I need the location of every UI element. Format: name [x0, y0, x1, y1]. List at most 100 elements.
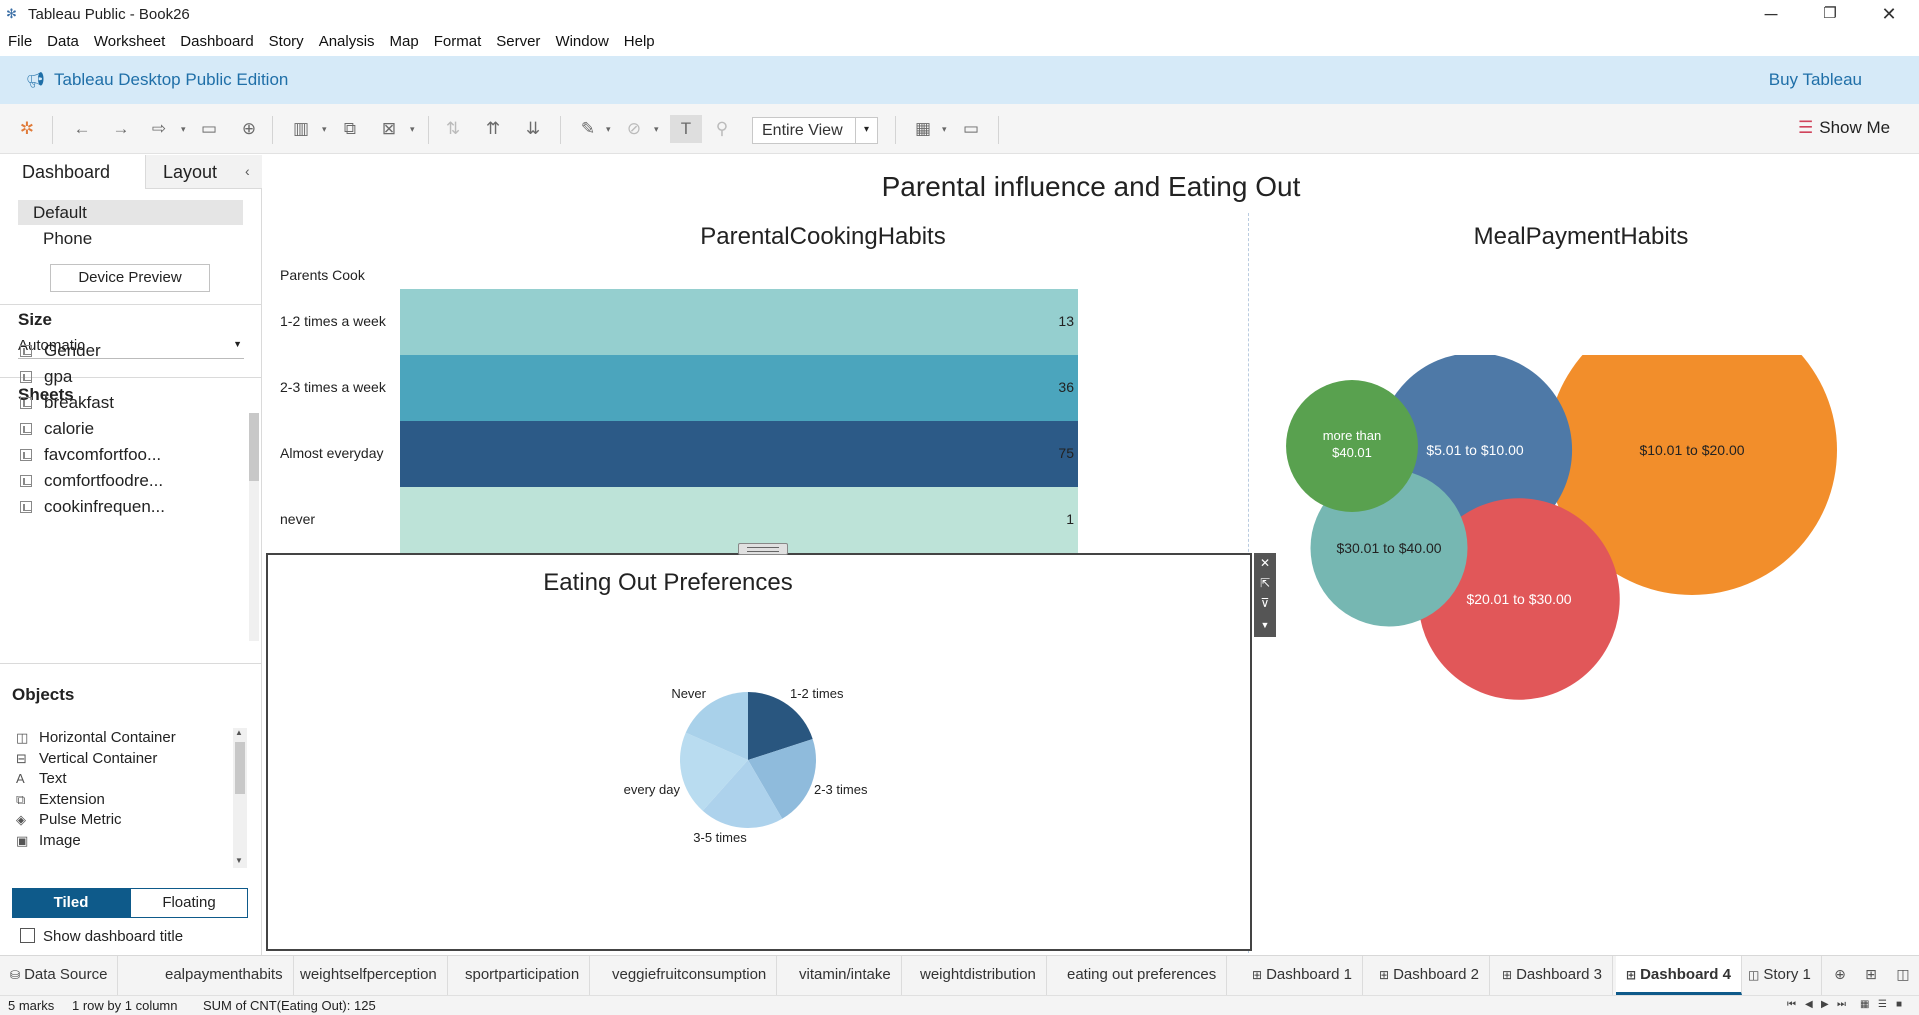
object-item[interactable]: A Text	[16, 770, 67, 787]
tiled-toggle[interactable]: Tiled	[12, 888, 130, 918]
menu-story[interactable]: Story	[269, 30, 304, 54]
menu-window[interactable]: Window	[555, 30, 608, 54]
new-story-tab-icon[interactable]: ◫	[1892, 966, 1914, 986]
eating-out-pie-chart[interactable]: 1-2 times 2-3 times 3-5 times every day Neve…	[608, 675, 908, 875]
show-dashboard-title-checkbox[interactable]: Show dashboard title	[20, 928, 183, 945]
go-to-sheet-icon[interactable]: ⇱	[1254, 573, 1276, 593]
object-item[interactable]: ⧉ Extension	[16, 791, 105, 808]
sort-descending-icon[interactable]: ⇊	[522, 118, 544, 140]
show-me-button[interactable]: ☰ Show Me	[1798, 118, 1890, 138]
grid-view-icon[interactable]: ▦	[1860, 999, 1869, 1010]
sheet-tab[interactable]: ⊞ Dashboard 1	[1242, 956, 1363, 995]
sheet-item[interactable]: breakfast	[20, 393, 114, 413]
replay-icon[interactable]: ⇨	[148, 118, 170, 140]
new-data-source-icon[interactable]: ⊕	[238, 118, 260, 140]
presentation-mode-icon[interactable]: ▭	[960, 118, 982, 140]
first-page-icon[interactable]: ⏮	[1787, 999, 1796, 1010]
sheet-tab[interactable]: weightselfperception	[290, 956, 448, 995]
swap-rows-columns-icon[interactable]: ⇅	[442, 118, 464, 140]
sheet-tab[interactable]: eating out preferences	[1057, 956, 1228, 995]
fit-dropdown[interactable]: Entire View ▾	[752, 117, 878, 144]
eating-out-zone[interactable]: Eating Out Preferences 1-2 times 2-3 time…	[266, 543, 1276, 951]
sheet-item[interactable]: calorie	[20, 419, 94, 439]
new-dashboard-tab-icon[interactable]: ⊞	[1860, 966, 1882, 986]
sheet-tab[interactable]: vitamin/intake	[789, 956, 902, 995]
objects-heading: Objects	[12, 685, 75, 704]
status-sum: SUM of CNT(Eating Out): 125	[203, 998, 376, 1013]
bar-mark[interactable]	[400, 421, 1078, 487]
object-item[interactable]: ◫ Horizontal Container	[16, 729, 176, 746]
bar-mark[interactable]	[400, 289, 1078, 355]
bar-row[interactable]: 1-2 times a week 13	[280, 289, 1262, 355]
sheet-tab[interactable]: sportparticipation	[455, 956, 591, 995]
restore-button[interactable]: ❐	[1802, 0, 1858, 30]
duplicate-sheet-icon[interactable]: ⧉	[339, 118, 361, 140]
clear-sheet-icon[interactable]: ⊠	[378, 118, 400, 140]
tab-dashboard[interactable]: Dashboard	[0, 155, 145, 189]
show-mark-labels-icon[interactable]: T	[670, 115, 702, 143]
bar-mark[interactable]	[400, 355, 1078, 421]
menu-analysis[interactable]: Analysis	[319, 30, 375, 54]
next-page-icon[interactable]: ▶	[1821, 999, 1829, 1010]
dashboard-title: Parental influence and Eating Out	[881, 171, 1301, 202]
highlight-icon[interactable]: ✎	[577, 118, 599, 140]
filter-icon[interactable]: ⊽	[1254, 593, 1276, 613]
new-worksheet-tab-icon[interactable]: ⊕	[1829, 966, 1851, 986]
menu-help[interactable]: Help	[624, 30, 655, 54]
redo-icon[interactable]: →	[110, 118, 132, 140]
sheet-item[interactable]: comfortfoodre...	[20, 471, 163, 491]
buy-tableau-link[interactable]: Buy Tableau	[1769, 70, 1862, 90]
objects-scrollbar[interactable]: ▲ ▼	[233, 728, 247, 868]
sheet-tab[interactable]: ⛁ Data Source	[0, 956, 119, 995]
tableau-start-icon[interactable]: ✲	[16, 118, 38, 140]
device-phone[interactable]: Phone	[18, 226, 243, 251]
menu-format[interactable]: Format	[434, 30, 482, 54]
cards-icon[interactable]: ▦	[912, 118, 934, 140]
prev-page-icon[interactable]: ◀	[1805, 999, 1813, 1010]
object-item[interactable]: ◈ Pulse Metric	[16, 811, 122, 828]
device-preview-button[interactable]: Device Preview	[50, 264, 210, 292]
menu-data[interactable]: Data	[47, 30, 79, 54]
minimize-button[interactable]: ─	[1743, 0, 1799, 30]
megaphone-icon: 📢︎	[26, 72, 46, 89]
sheet-tab[interactable]: weightdistribution	[910, 956, 1047, 995]
save-icon[interactable]: ▭	[198, 118, 220, 140]
menu-file[interactable]: File	[8, 30, 32, 54]
undo-icon[interactable]: ←	[71, 118, 93, 140]
menu-dashboard[interactable]: Dashboard	[180, 30, 253, 54]
sheet-tab[interactable]: ◫ Story 1	[1738, 956, 1822, 995]
sheet-item[interactable]: gpa	[20, 367, 72, 387]
new-worksheet-icon[interactable]: ▥	[290, 118, 312, 140]
sheet-tab[interactable]: ⊞ Dashboard 4	[1616, 956, 1742, 995]
bar-row[interactable]: Almost everyday 75	[280, 421, 1262, 487]
close-button[interactable]: ✕	[1861, 0, 1917, 30]
device-default[interactable]: Default	[18, 200, 243, 225]
meal-payment-bubble-chart[interactable]: $10.01 to $20.00 $5.01 to $10.00 $20.01 to…	[1248, 355, 1919, 895]
sheet-tab[interactable]: ⊞ Dashboard 3	[1492, 956, 1613, 995]
group-members-icon[interactable]: ⊘	[623, 118, 645, 140]
sheets-scrollbar[interactable]	[249, 413, 259, 641]
sheet-item[interactable]: favcomfortfoo...	[20, 445, 161, 465]
menu-server[interactable]: Server	[496, 30, 540, 54]
list-view-icon[interactable]: ☰	[1878, 999, 1887, 1010]
sheet-tab[interactable]: ⊞ Dashboard 2	[1369, 956, 1490, 995]
pulse-metric-icon: ◈	[16, 812, 26, 827]
floating-toggle[interactable]: Floating	[130, 888, 248, 918]
sheet-tab[interactable]: ealpaymenthabits	[155, 956, 294, 995]
sheet-tab[interactable]: veggiefruitconsumption	[602, 956, 778, 995]
sheet-item[interactable]: Gender	[20, 341, 101, 361]
last-page-icon[interactable]: ⏭	[1837, 999, 1846, 1010]
menu-map[interactable]: Map	[390, 30, 419, 54]
filmstrip-view-icon[interactable]: ■	[1896, 999, 1902, 1010]
object-item[interactable]: ⊟ Vertical Container	[16, 750, 157, 767]
remove-zone-icon[interactable]: ✕	[1254, 553, 1276, 573]
bar-row[interactable]: 2-3 times a week 36	[280, 355, 1262, 421]
collapse-pane-icon[interactable]: ‹	[245, 163, 250, 179]
fix-axes-icon[interactable]: ⚲	[711, 118, 733, 140]
menu-worksheet[interactable]: Worksheet	[94, 30, 165, 54]
more-options-icon[interactable]: ▼	[1254, 615, 1276, 635]
sort-ascending-icon[interactable]: ⇈	[482, 118, 504, 140]
sheet-item[interactable]: cookinfrequen...	[20, 497, 165, 517]
object-item[interactable]: ▣ Image	[16, 832, 81, 849]
move-grip-handle[interactable]	[738, 543, 788, 555]
